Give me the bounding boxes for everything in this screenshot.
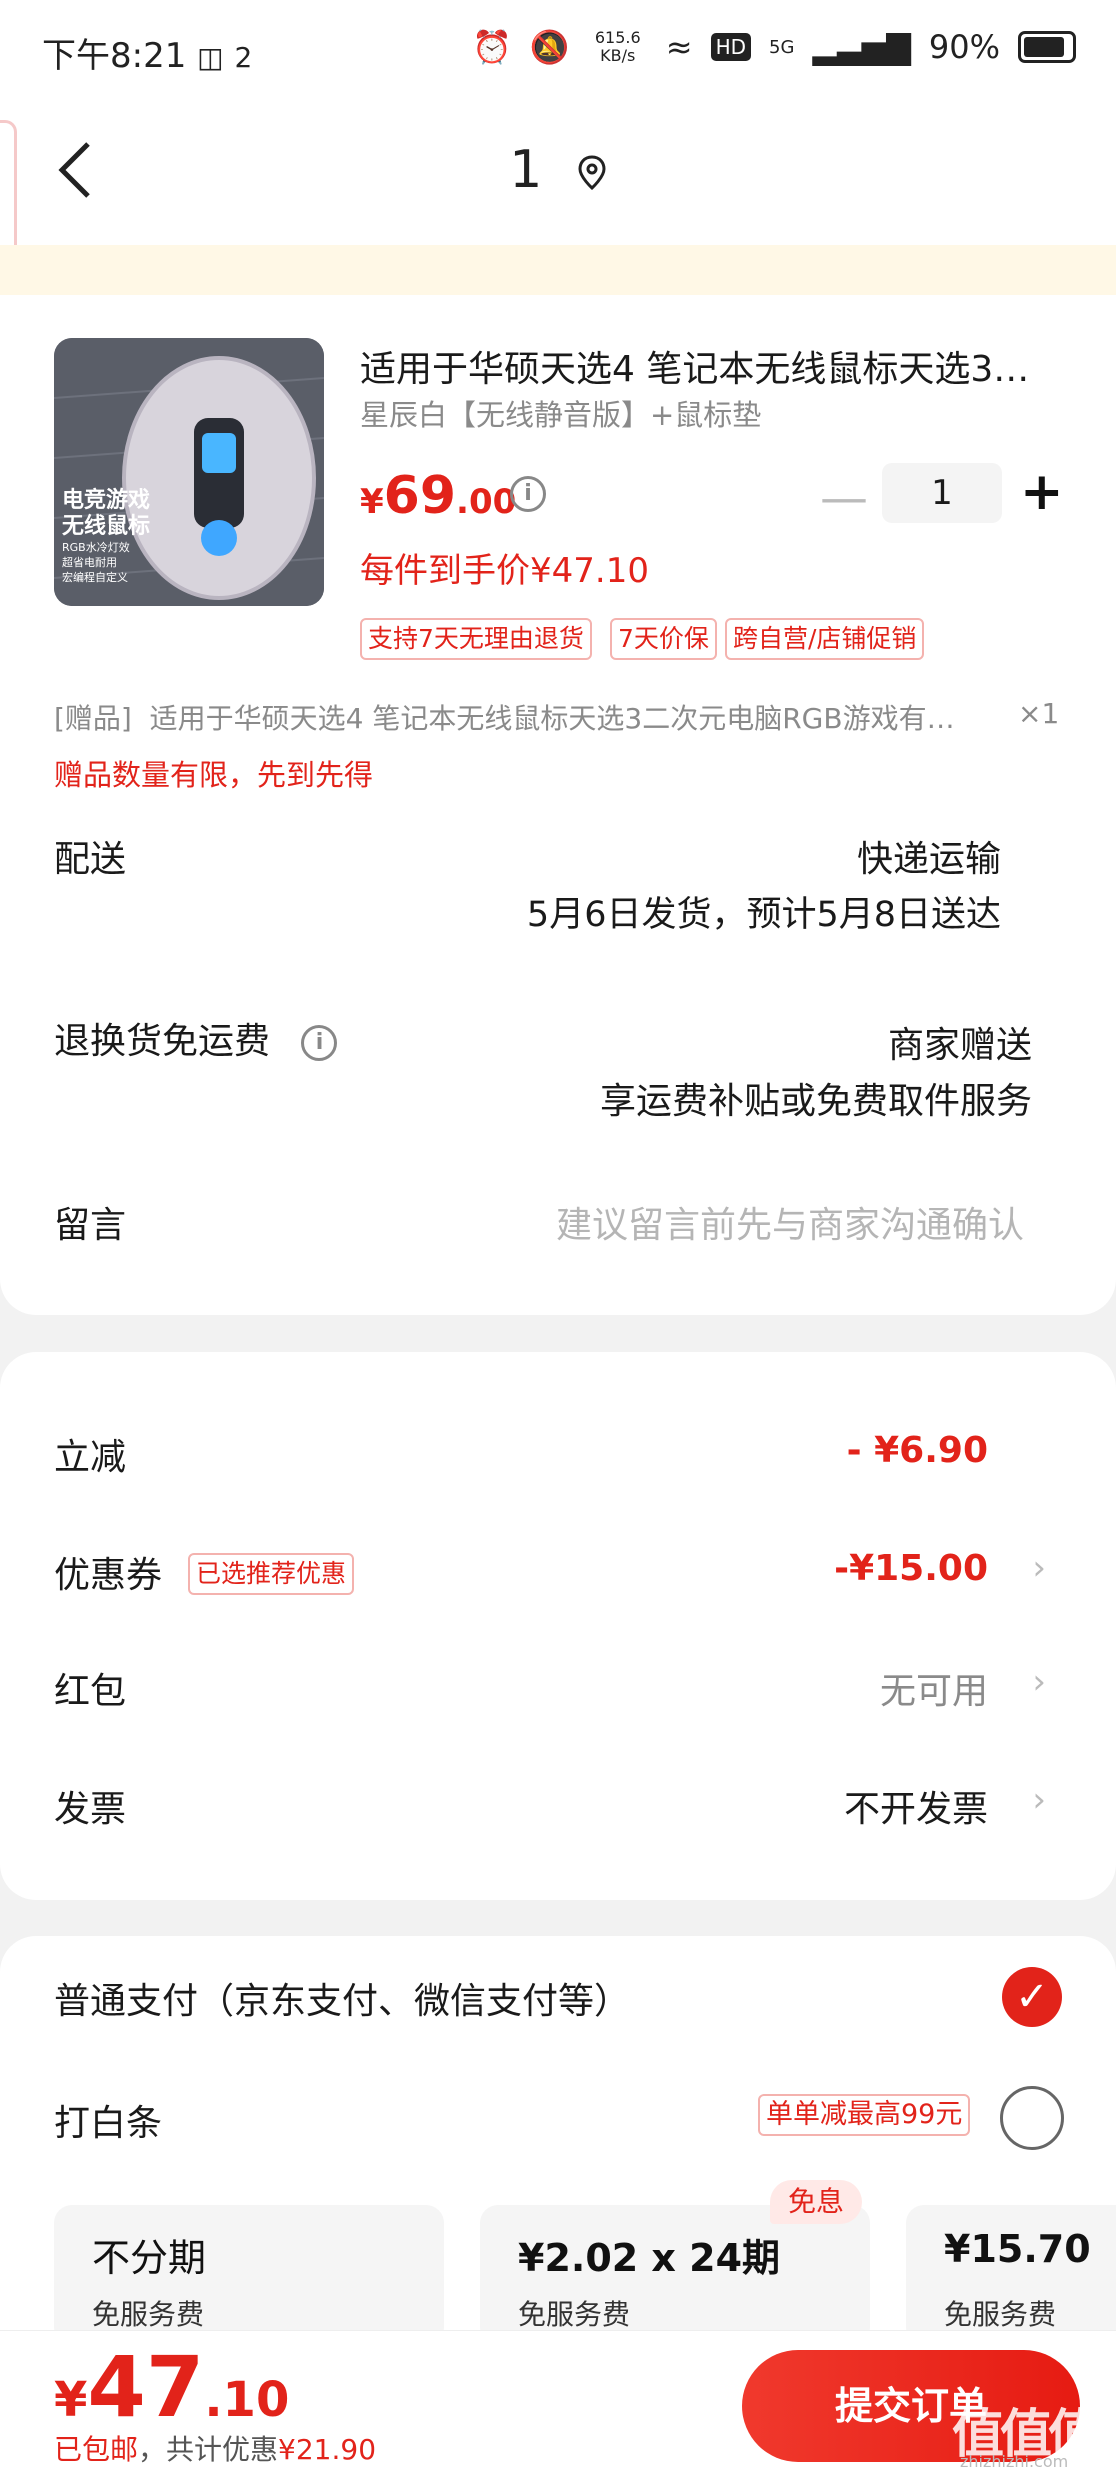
baitiao-radio[interactable] [1000, 2086, 1064, 2150]
delivery-label: 配送 [54, 839, 127, 880]
chevron-right-icon[interactable]: › [1032, 1548, 1046, 1588]
tag-price-protect: 7天价保 [610, 618, 717, 660]
coupon-tag: 已选推荐优惠 [188, 1553, 355, 1595]
installment-option-2[interactable]: ¥2.02 x 24期 免服务费 [480, 2205, 870, 2345]
delivery-estimate[interactable]: 5月6日发货，预计5月8日送达 [527, 886, 1001, 937]
status-icons: ⏰ 🔕 615.6 KB/s ≈ HD 5G ▂▃▅▇ 90% [472, 28, 1076, 66]
product-price: ¥69.00 [360, 466, 517, 526]
installment-option-3[interactable]: ¥15.70 免服务费 [906, 2205, 1116, 2345]
baitiao-tag: 单单减最高99元 [758, 2094, 971, 2136]
chevron-right-icon[interactable]: › [1032, 1780, 1046, 1820]
notification-count: 2 [234, 41, 253, 74]
installment-option-1[interactable]: 不分期 免服务费 [54, 2205, 444, 2345]
message-input[interactable]: 建议留言前先与商家沟通确认 [556, 1196, 1024, 1248]
total-subtext: 已包邮，共计优惠¥21.90 [54, 2433, 377, 2466]
clock-text: 下午8:21 [42, 36, 187, 76]
net-speed: 615.6 KB/s [594, 28, 641, 65]
product-image[interactable]: 电竞游戏 无线鼠标 RGB水冷灯效 超省电耐用 宏编程自定义 [54, 338, 324, 606]
redpacket-value[interactable]: 无可用 [880, 1662, 988, 1714]
coupon-value[interactable]: -¥15.00 [834, 1548, 988, 1589]
battery-text: 90% [928, 28, 1000, 66]
instant-discount-label: 立减 [54, 1437, 127, 1478]
baitiao-label[interactable]: 打白条 [54, 2094, 162, 2146]
message-icon: ◫ [197, 41, 224, 74]
hd-badge: HD [710, 33, 752, 61]
return-shipping-value1: 商家赠送 [887, 1025, 1032, 1066]
product-title[interactable]: 适用于华硕天选4 笔记本无线鼠标天选3二次元电脑RGB游戏有线 [360, 340, 1065, 392]
quantity-decrease-button[interactable]: — [820, 470, 868, 526]
page-title[interactable]: 1 [0, 140, 1116, 200]
return-shipping-label: 退换货免运费 i [54, 1012, 338, 1064]
gift-quantity: ×1 [1018, 697, 1060, 730]
return-shipping-value2: 享运费补贴或免费取件服务 [599, 1081, 1032, 1122]
free-interest-badge: 免息 [770, 2180, 863, 2224]
signal-label: 5G [769, 36, 795, 58]
delivery-method[interactable]: 快递运输 [857, 830, 1001, 882]
tag-promo: 跨自营/店铺促销 [725, 618, 925, 660]
quantity-increase-button[interactable]: + [1020, 462, 1064, 522]
price-info-icon[interactable]: i [510, 476, 546, 512]
status-time: 下午8:21 ◫ 2 [42, 28, 252, 77]
message-label: 留言 [54, 1205, 127, 1246]
redpacket-label: 红包 [54, 1671, 127, 1712]
tag-return: 支持7天无理由退货 [360, 618, 592, 660]
quantity-input[interactable]: 1 [882, 463, 1002, 523]
gift-warning: 赠品数量有限，先到先得 [54, 758, 374, 792]
chevron-right-icon[interactable]: › [1032, 1662, 1046, 1702]
coupon-label: 优惠券 [54, 1555, 163, 1596]
wifi-icon: ≈ [665, 28, 693, 66]
normal-pay-radio[interactable]: ✓ [1002, 1967, 1062, 2027]
total-price: ¥47.10 [54, 2338, 290, 2436]
location-pin-icon [578, 155, 606, 191]
invoice-value[interactable]: 不开发票 [844, 1780, 988, 1832]
watermark-url: zhizhizhi.com [960, 2452, 1069, 2471]
mute-icon: 🔕 [529, 28, 570, 66]
return-info-icon[interactable]: i [301, 1025, 338, 1061]
alarm-icon: ⏰ [472, 28, 512, 66]
signal-icon: ▂▃▅▇ [812, 28, 911, 66]
product-variant[interactable]: 星辰白【无线静音版】+鼠标垫 [360, 392, 761, 434]
address-banner[interactable] [0, 245, 1116, 295]
gift-item[interactable]: [赠品] 适用于华硕天选4 笔记本无线鼠标天选3二次元电脑RGB游戏有… [54, 697, 1059, 737]
normal-pay-label[interactable]: 普通支付（京东支付、微信支付等） [54, 1972, 630, 2024]
instant-discount-value: - ¥6.90 [846, 1430, 988, 1471]
battery-icon [1018, 31, 1076, 63]
unit-price-text: 每件到手价¥47.10 [360, 551, 649, 591]
invoice-label: 发票 [54, 1789, 127, 1830]
